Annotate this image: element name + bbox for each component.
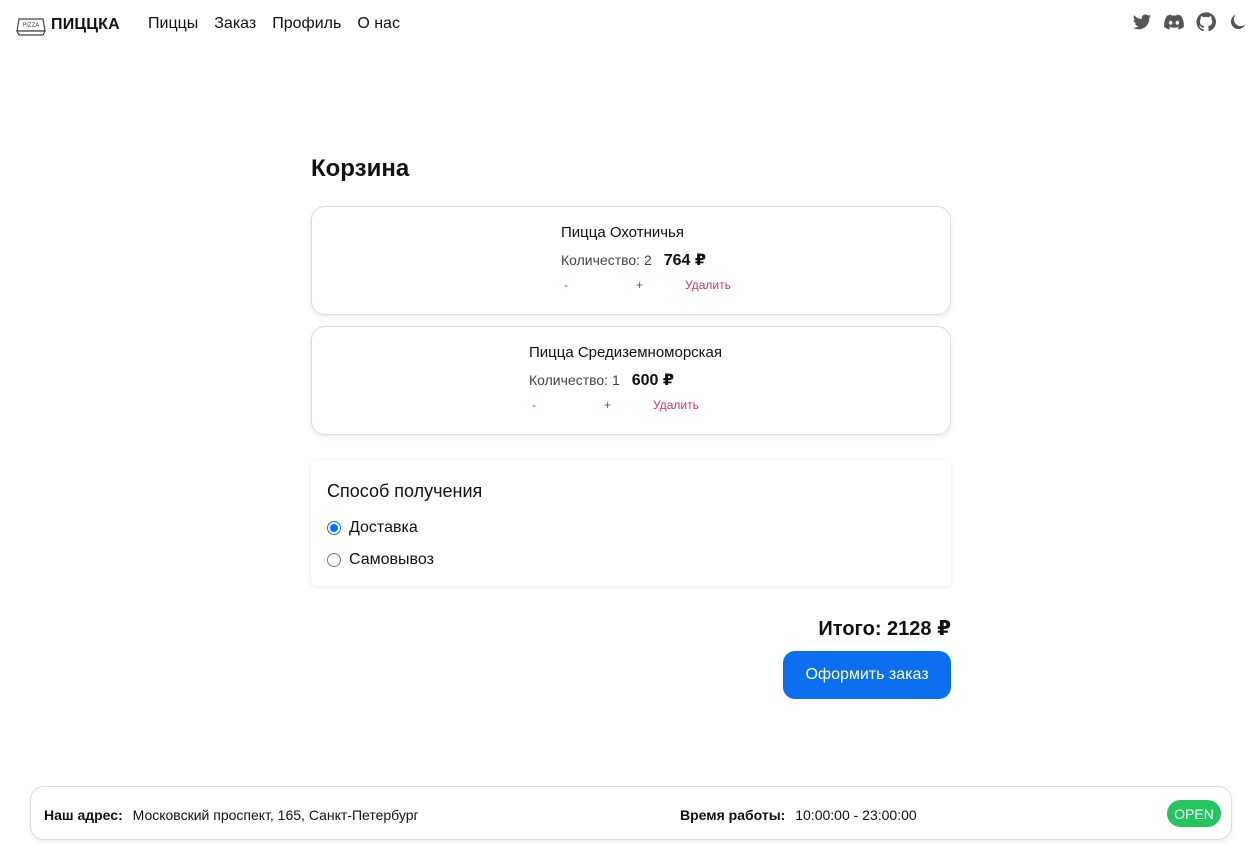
remove-item-button[interactable]: Удалить (653, 398, 699, 412)
cart-item-price: 600 ₽ (631, 372, 675, 389)
footer-hours: Время работы: 10:00:00 - 23:00:00 (680, 807, 917, 823)
pizza-box-icon: PIZZA (16, 18, 46, 36)
nav-link-profile[interactable]: Профиль (272, 15, 341, 33)
decrease-quantity-button[interactable]: - (561, 278, 633, 292)
cart-item-actions: - + Удалить (561, 278, 731, 292)
brand-name: ПИЦЦКА (51, 16, 120, 33)
top-navbar: PIZZA ПИЦЦКА Пиццы Заказ Профиль О нас (0, 0, 1260, 50)
delivery-option-label: Самовывоз (349, 551, 434, 568)
radio-button-pickup[interactable] (327, 553, 341, 567)
social-links (1132, 12, 1248, 32)
github-icon[interactable] (1196, 12, 1216, 32)
nav-link-order[interactable]: Заказ (214, 15, 256, 33)
page-title: Корзина (311, 155, 410, 182)
place-order-button[interactable]: Оформить заказ (783, 651, 951, 699)
discord-icon[interactable] (1164, 12, 1184, 32)
cart-item-price: 764 ₽ (663, 252, 707, 269)
footer-bar: Наш адрес: Московский проспект, 165, Сан… (30, 786, 1232, 840)
order-total: Итого: 2128 ₽ (818, 618, 951, 640)
increase-quantity-button[interactable]: + (633, 278, 685, 292)
delivery-method-title: Способ получения (327, 481, 483, 501)
nav-link-pizzas[interactable]: Пиццы (148, 15, 198, 33)
footer-address: Наш адрес: Московский проспект, 165, Сан… (44, 807, 419, 823)
cart-item-quantity: Количество: 2 (561, 252, 652, 268)
nav-link-about[interactable]: О нас (357, 15, 400, 33)
remove-item-button[interactable]: Удалить (685, 278, 731, 292)
open-status-badge: OPEN (1167, 800, 1221, 827)
increase-quantity-button[interactable]: + (601, 398, 653, 412)
delivery-option-pickup[interactable]: Самовывоз (327, 551, 434, 569)
logo-text: PIZZA (23, 23, 39, 29)
brand-link[interactable]: PIZZA ПИЦЦКА (16, 11, 120, 39)
main-nav: Пиццы Заказ Профиль О нас (148, 15, 400, 33)
cart-item-content: Пицца Охотничья Количество: 2 764 ₽ - + … (561, 224, 731, 292)
delivery-option-delivery[interactable]: Доставка (327, 519, 418, 537)
cart-item: Пицца Средиземноморская Количество: 1 60… (311, 326, 951, 435)
cart-item: Пицца Охотничья Количество: 2 764 ₽ - + … (311, 206, 951, 315)
delivery-method-panel: Способ получения Доставка Самовывоз (311, 460, 951, 586)
twitter-icon[interactable] (1132, 12, 1152, 32)
cart-item-info: Количество: 2 764 ₽ (561, 250, 731, 270)
radio-button-delivery[interactable] (327, 521, 341, 535)
cart-item-name: Пицца Охотничья (561, 224, 684, 241)
address-label: Наш адрес: (44, 807, 123, 823)
address-value: Московский проспект, 165, Санкт-Петербур… (132, 807, 419, 823)
cart-item-content: Пицца Средиземноморская Количество: 1 60… (529, 344, 722, 412)
hours-label: Время работы: (680, 807, 786, 823)
decrease-quantity-button[interactable]: - (529, 398, 601, 412)
moon-icon[interactable] (1228, 12, 1248, 32)
cart-item-name: Пицца Средиземноморская (529, 344, 723, 361)
delivery-option-label: Доставка (349, 519, 418, 536)
hours-value: 10:00:00 - 23:00:00 (795, 807, 917, 823)
cart-item-actions: - + Удалить (529, 398, 722, 412)
cart-item-quantity: Количество: 1 (529, 372, 620, 388)
cart-item-info: Количество: 1 600 ₽ (529, 370, 722, 390)
